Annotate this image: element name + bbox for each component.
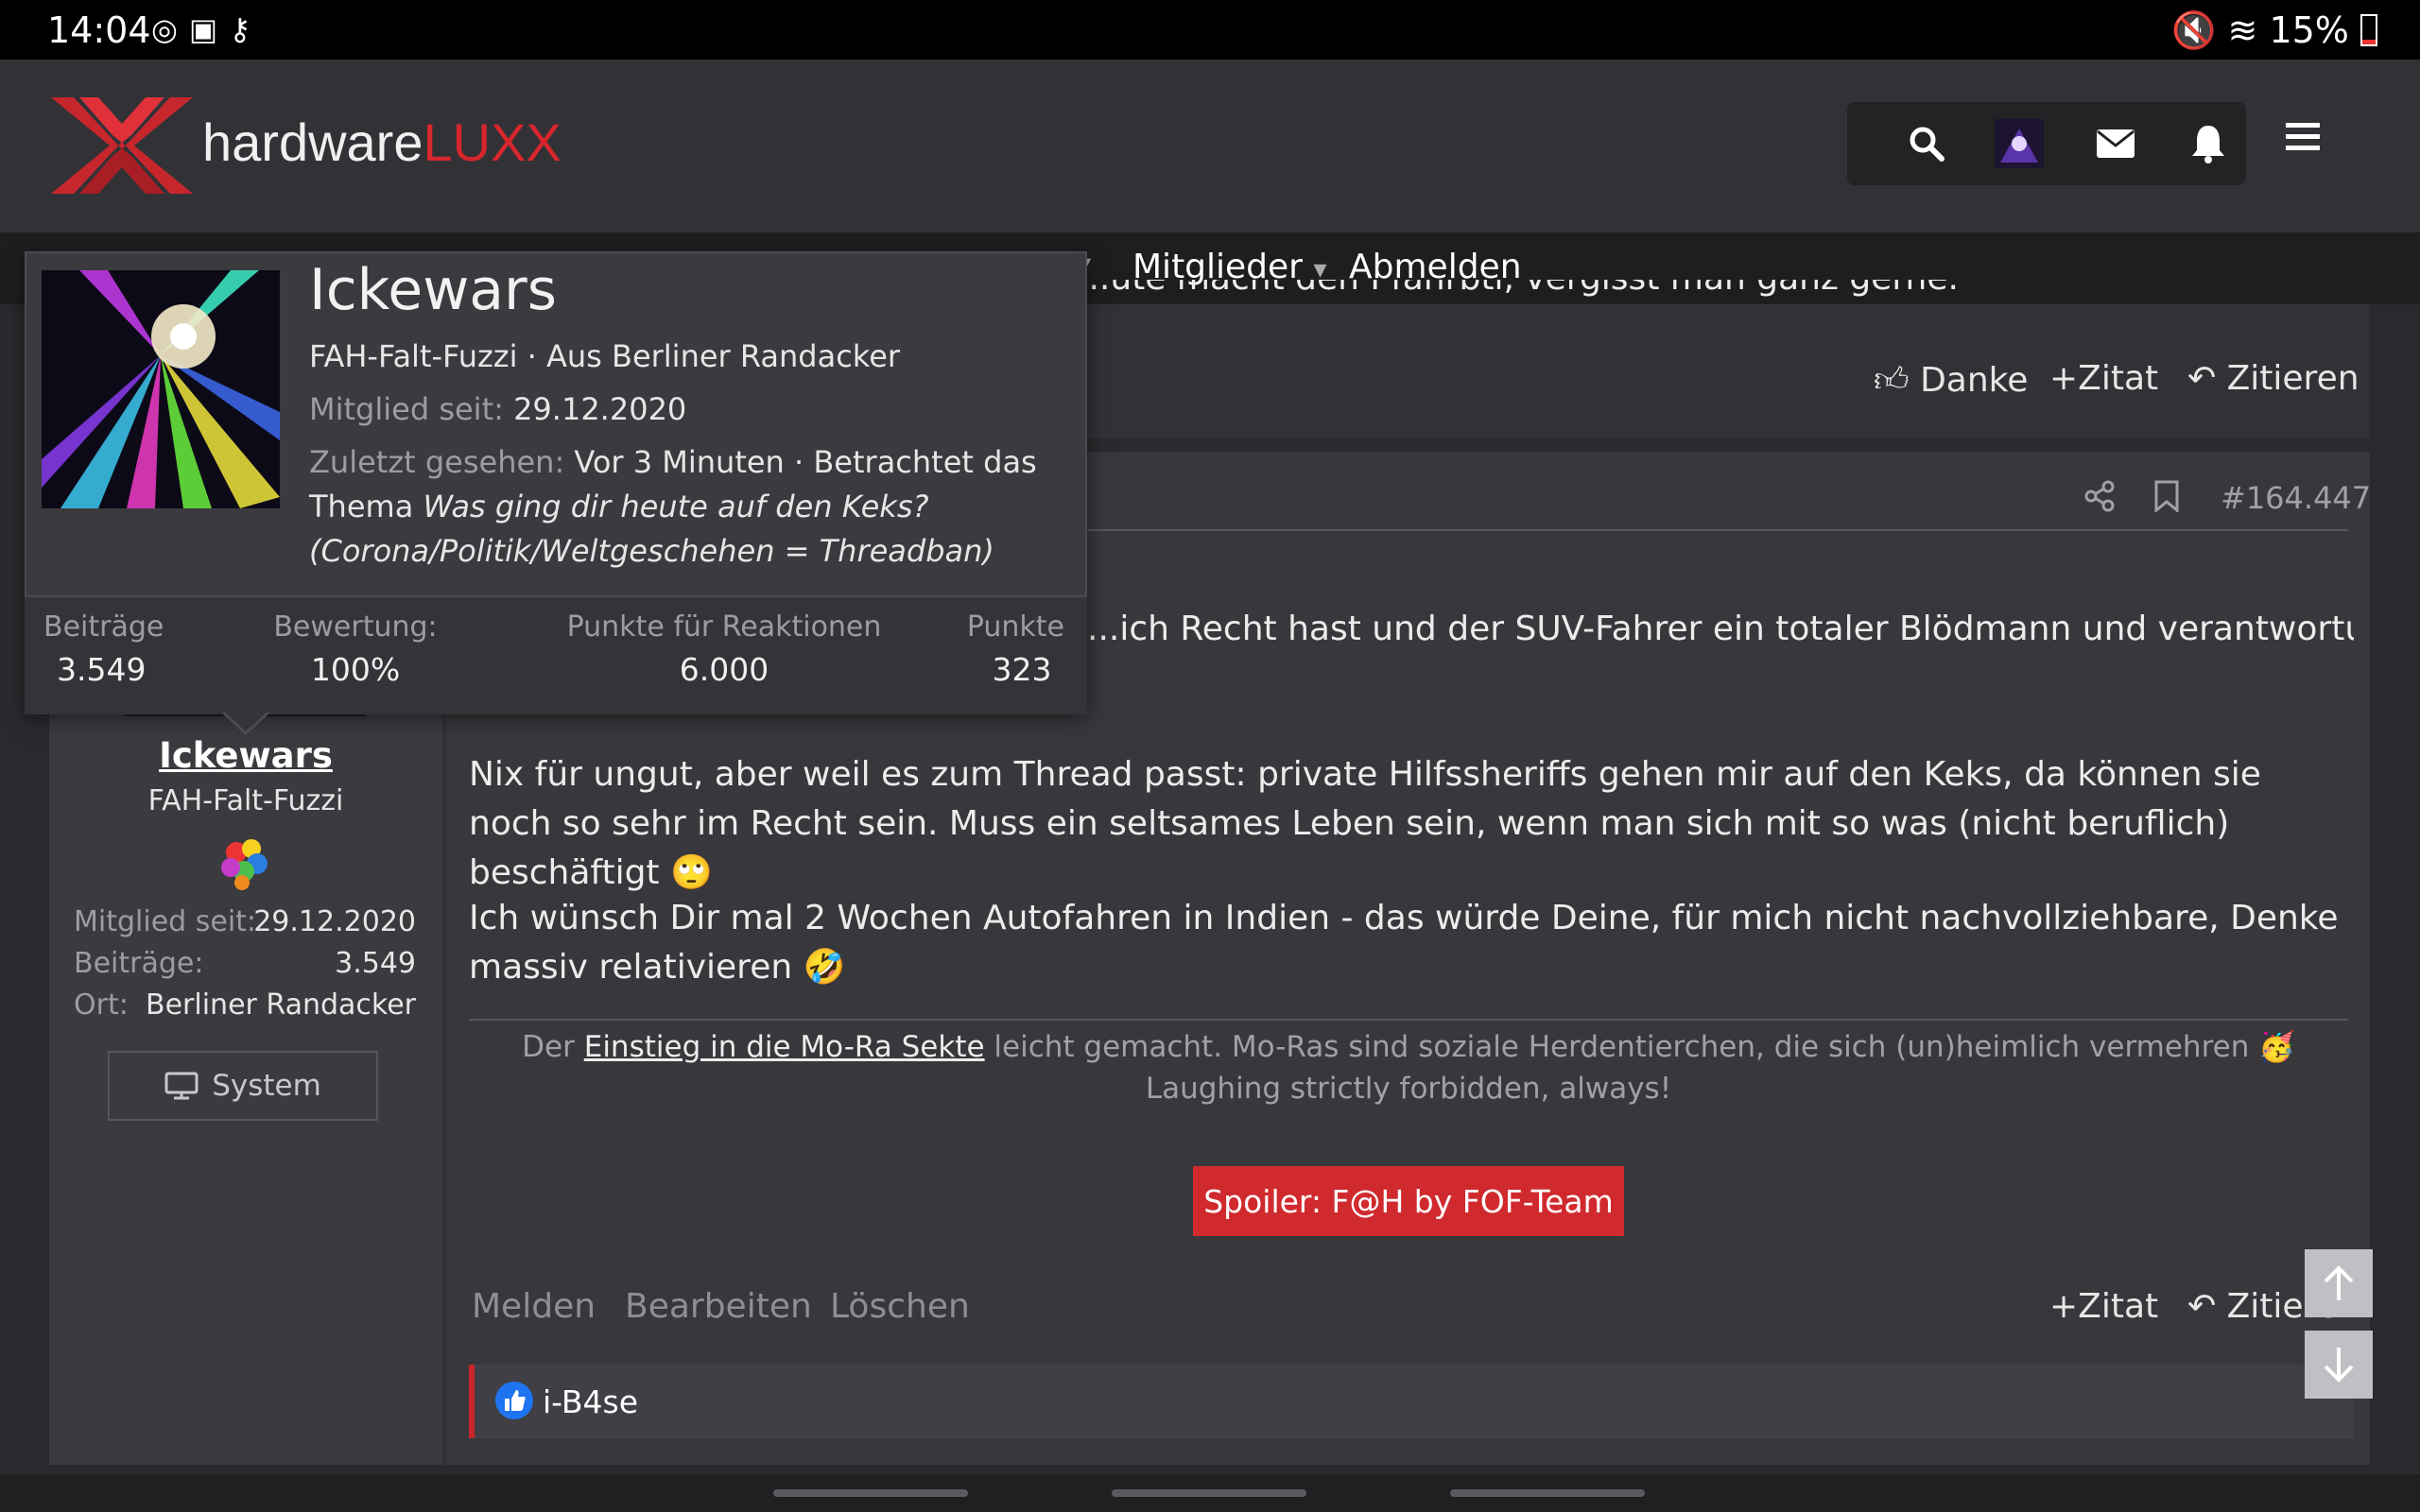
battery-percent: 15% <box>2269 9 2349 51</box>
site-logo-text[interactable]: hardwareLUXX <box>202 112 562 173</box>
popup-stat-reaction-points: Punkte für Reaktionen 6.000 <box>566 610 882 688</box>
prev-quote-plus-button[interactable]: +Zitat <box>2049 359 2158 398</box>
popup-subtitle: FAH-Falt-Fuzzi · Aus Berliner Randacker <box>309 338 901 374</box>
prev-quote-button[interactable]: ↶ Zitieren <box>2187 359 2360 398</box>
report-link[interactable]: Melden <box>472 1287 596 1326</box>
thanks-button[interactable]: 👍︎ Danke <box>1874 359 2028 401</box>
popup-thread-line-2[interactable]: (Corona/Politik/Weltgeschehen = Threadba… <box>309 533 994 569</box>
post-number[interactable]: #164.447 <box>2221 480 2371 516</box>
menu-icon[interactable] <box>2286 121 2346 168</box>
header-icon-group <box>1847 102 2246 185</box>
arrow-up-icon <box>2324 1265 2354 1300</box>
status-time: 14:04 <box>47 9 151 51</box>
post-header-line <box>1087 529 2348 531</box>
sidebar-member-since: Mitglied seit: 29.12.2020 <box>74 905 416 938</box>
signature-line-1: Der Einstieg in die Mo-Ra Sekte leicht g… <box>522 1030 2295 1064</box>
thumbs-up-icon: 👍︎ <box>1874 361 1910 400</box>
logo-icon[interactable] <box>51 97 193 194</box>
plus-icon: + <box>2049 1287 2079 1326</box>
battery-icon <box>2360 14 2377 46</box>
share-icon[interactable] <box>2083 480 2116 516</box>
mail-icon[interactable] <box>2078 102 2153 185</box>
folding-badge-icon <box>216 835 272 896</box>
popup-stat-posts: Beiträge 3.549 <box>43 610 164 688</box>
image-icon: ▣ <box>188 11 230 47</box>
popup-member-since: Mitglied seit: 29.12.2020 <box>309 391 687 427</box>
delete-link[interactable]: Löschen <box>830 1287 970 1326</box>
sidebar-posts: Beiträge: 3.549 <box>74 947 416 980</box>
key-icon: ⚷ <box>229 11 263 47</box>
post-paragraph-3: Ich wünsch Dir mal 2 Wochen Autofahren i… <box>469 899 2339 987</box>
sidebar-username[interactable]: Ickewars <box>49 735 442 776</box>
system-button[interactable]: System <box>108 1051 378 1121</box>
reactions-bar[interactable]: i-B4se <box>469 1365 2354 1438</box>
scroll-top-button[interactable] <box>2305 1249 2373 1317</box>
reaction-user[interactable]: i-B4se <box>543 1383 638 1420</box>
signature-link[interactable]: Einstieg in die Mo-Ra Sekte <box>584 1030 985 1064</box>
sidebar-location: Ort: Berliner Randacker <box>74 988 416 1022</box>
popup-stat-rating: Bewertung: 100% <box>273 610 438 688</box>
bell-icon[interactable] <box>2170 102 2246 185</box>
like-reaction-icon <box>495 1382 533 1419</box>
signature-line-2: Laughing strictly forbidden, always! <box>1145 1072 1672 1106</box>
popup-last-seen: Zuletzt gesehen: Vor 3 Minuten · Betrach… <box>309 444 1037 480</box>
popup-username[interactable]: Ickewars <box>309 257 557 323</box>
arrow-down-icon <box>2324 1348 2354 1383</box>
post-paragraph-1: ...ich Recht hast und der SUV-Fahrer ein… <box>1087 610 2354 648</box>
user-avatar[interactable] <box>1981 102 2057 185</box>
edit-link[interactable]: Bearbeiten <box>625 1287 812 1326</box>
mute-icon: 🔇 <box>2171 9 2217 51</box>
nav-handle-center[interactable] <box>1112 1489 1306 1497</box>
popup-stats: Beiträge 3.549 Bewertung: 100% Punkte für … <box>25 595 1087 714</box>
search-icon[interactable] <box>1889 102 1964 185</box>
sync-icon: ◎ <box>151 11 189 47</box>
reply-icon: ↶ <box>2187 359 2217 398</box>
nav-handle-right[interactable] <box>1450 1489 1645 1497</box>
reply-icon: ↶ <box>2187 1287 2217 1326</box>
quote-plus-button[interactable]: +Zitat <box>2049 1287 2158 1326</box>
popup-thread-line-1[interactable]: Thema Was ging dir heute auf den Keks? <box>309 489 928 524</box>
wifi-icon: ≋ <box>2227 9 2258 51</box>
previous-post-text: ...ute macht den Pfahrbti, vergisst man … <box>1078 280 2307 308</box>
plus-icon: + <box>2049 359 2079 398</box>
status-right: 🔇 ≋ 15% <box>2171 9 2377 52</box>
nav-handle-left[interactable] <box>773 1489 968 1497</box>
popup-stat-points: Punkte 323 <box>966 610 1064 688</box>
scroll-bottom-button[interactable] <box>2305 1331 2373 1399</box>
post-paragraph-2: Nix für ungut, aber weil es zum Thread p… <box>469 755 2261 892</box>
status-notification-icons: ◎▣⚷ <box>151 11 263 47</box>
spoiler-button[interactable]: Spoiler: F@H by FOF-Team <box>1193 1166 1624 1236</box>
bookmark-icon[interactable] <box>2153 480 2180 516</box>
status-bar: 14:04 ◎▣⚷ 🔇 ≋ 15% <box>0 0 2420 60</box>
monitor-icon <box>164 1072 199 1100</box>
signature-divider <box>469 1019 2348 1021</box>
sidebar-user-title: FAH-Falt-Fuzzi <box>147 784 344 817</box>
popup-pointer-inner <box>223 711 268 731</box>
popup-avatar[interactable] <box>42 270 280 508</box>
